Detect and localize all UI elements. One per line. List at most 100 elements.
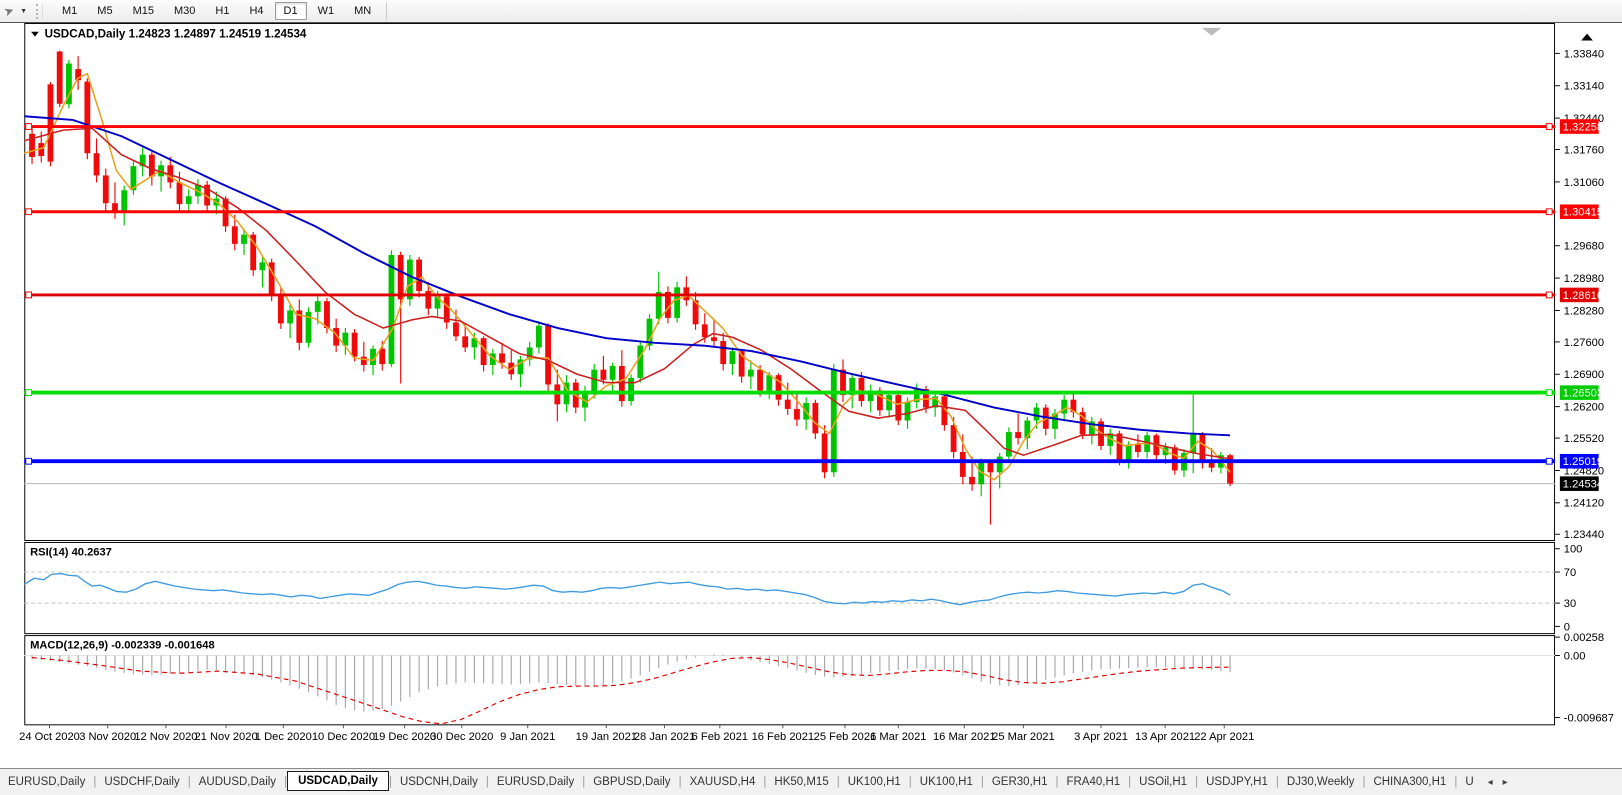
candle-body xyxy=(149,155,155,177)
tab-u[interactable]: U xyxy=(1457,773,1481,791)
tab-audusd-daily[interactable]: AUDUSD,Daily xyxy=(191,773,284,791)
chart-title: USDCAD,Daily 1.24823 1.24897 1.24519 1.2… xyxy=(45,28,307,41)
candle-body xyxy=(1200,434,1206,463)
price-tick-label: 1.24120 xyxy=(1564,498,1604,510)
tab-usdcad-daily[interactable]: USDCAD,Daily xyxy=(287,771,389,791)
tab-uk100-h1[interactable]: UK100,H1 xyxy=(912,773,981,791)
chart-canvas[interactable]: 1.338401.331401.324401.317601.310601.296… xyxy=(0,23,1622,768)
candle-body xyxy=(1172,447,1178,470)
scale-marker-icon[interactable] xyxy=(1581,34,1593,41)
candle-body xyxy=(324,301,330,328)
macd-tick-label: 0.00 xyxy=(1564,650,1586,662)
line-handle[interactable] xyxy=(1546,124,1552,130)
line-handle[interactable] xyxy=(26,458,32,464)
candle-body xyxy=(859,378,865,401)
candle-body xyxy=(361,357,367,365)
macd-tick-label: -0.009687 xyxy=(1564,712,1614,724)
tab-gbpusd-daily[interactable]: GBPUSD,Daily xyxy=(585,773,678,791)
rsi-panel[interactable] xyxy=(25,542,1555,633)
candle-body xyxy=(260,262,266,270)
toolbar-separator xyxy=(386,3,387,20)
date-label: 22 Apr 2021 xyxy=(1194,731,1254,743)
date-label: 3 Apr 2021 xyxy=(1074,731,1128,743)
candle-body xyxy=(315,301,321,312)
timeframe-button-H4[interactable]: H4 xyxy=(240,2,272,20)
candle-body xyxy=(895,395,901,420)
tab-eurusd-daily[interactable]: EURUSD,Daily xyxy=(489,773,582,791)
tab-fra40-h1[interactable]: FRA40,H1 xyxy=(1058,773,1128,791)
tab-hk50-m15[interactable]: HK50,M15 xyxy=(766,773,836,791)
candle-body xyxy=(730,351,736,364)
candle-body xyxy=(232,226,238,244)
price-tick-label: 1.28280 xyxy=(1564,305,1604,317)
price-badge-label: 1.25019 xyxy=(1563,456,1603,468)
timeframe-button-M30[interactable]: M30 xyxy=(165,2,204,20)
candle-body xyxy=(905,402,911,420)
candle-body xyxy=(720,341,726,364)
candle-body xyxy=(186,196,192,204)
line-handle[interactable] xyxy=(26,124,32,130)
candle-body xyxy=(352,333,358,357)
price-tick-label: 1.26900 xyxy=(1564,369,1604,381)
candle-body xyxy=(637,346,643,378)
line-handle[interactable] xyxy=(1546,209,1552,215)
candle-body xyxy=(969,477,975,484)
date-label: 13 Apr 2021 xyxy=(1135,731,1195,743)
tab-usdcnh-daily[interactable]: USDCNH,Daily xyxy=(392,773,486,791)
timeframe-button-MN[interactable]: MN xyxy=(345,2,380,20)
candle-body xyxy=(389,255,395,364)
candle-body xyxy=(674,287,680,318)
candle-body xyxy=(177,182,183,204)
line-handle[interactable] xyxy=(26,209,32,215)
line-handle[interactable] xyxy=(26,292,32,298)
candle-body xyxy=(591,370,597,393)
timeframe-button-M1[interactable]: M1 xyxy=(53,2,86,20)
line-handle[interactable] xyxy=(1546,292,1552,298)
candle-body xyxy=(287,310,293,323)
tab-usdchf-daily[interactable]: USDCHF,Daily xyxy=(96,773,187,791)
price-tick-label: 1.26200 xyxy=(1564,402,1604,414)
tab-eurusd-daily[interactable]: EURUSD,Daily xyxy=(0,773,93,791)
tab-scroll-right-button[interactable]: ▸ xyxy=(1499,777,1512,788)
date-label: 19 Jan 2021 xyxy=(576,731,637,743)
timeframe-button-W1[interactable]: W1 xyxy=(309,2,344,20)
candle-body xyxy=(1034,408,1040,421)
timeframe-button-D1[interactable]: D1 xyxy=(275,2,307,20)
macd-panel[interactable] xyxy=(25,636,1555,725)
timeframe-button-H1[interactable]: H1 xyxy=(206,2,238,20)
candle-body xyxy=(711,337,717,341)
timeframe-button-M15[interactable]: M15 xyxy=(124,2,163,20)
toolbar-grip[interactable] xyxy=(36,4,43,19)
candle-body xyxy=(748,370,754,377)
candle-body xyxy=(812,403,818,434)
chevron-down-icon[interactable]: ▼ xyxy=(20,8,27,15)
candle-body xyxy=(499,353,505,362)
tab-ger30-h1[interactable]: GER30,H1 xyxy=(984,773,1056,791)
tab-dj30-weekly[interactable]: DJ30,Weekly xyxy=(1279,773,1363,791)
line-handle[interactable] xyxy=(1546,458,1552,464)
tab-china300-h1[interactable]: CHINA300,H1 xyxy=(1365,773,1454,791)
tab-scroll-left-button[interactable]: ◂ xyxy=(1484,777,1497,788)
tab-uk100-h1[interactable]: UK100,H1 xyxy=(840,773,909,791)
candle-body xyxy=(407,260,413,300)
tab-xauusd-h4[interactable]: XAUUSD,H4 xyxy=(682,773,764,791)
rsi-tick-label: 30 xyxy=(1564,598,1576,610)
date-label: 28 Jan 2021 xyxy=(634,731,695,743)
tab-usdjpy-h1[interactable]: USDJPY,H1 xyxy=(1198,773,1276,791)
rsi-tick-label: 70 xyxy=(1564,567,1576,579)
candle-body xyxy=(886,395,892,410)
cursor-tool-icon[interactable]: ➤ xyxy=(2,3,16,20)
line-handle[interactable] xyxy=(1546,390,1552,396)
price-tick-label: 1.25520 xyxy=(1564,433,1604,445)
date-label: 21 Nov 2020 xyxy=(194,731,257,743)
date-label: 16 Feb 2021 xyxy=(752,731,815,743)
line-handle[interactable] xyxy=(26,390,32,396)
date-label: 19 Dec 2020 xyxy=(373,731,436,743)
candle-body xyxy=(48,84,54,161)
timeframe-button-M5[interactable]: M5 xyxy=(88,2,121,20)
price-badge-label: 1.32258 xyxy=(1563,121,1603,133)
tab-usoil-h1[interactable]: USOil,H1 xyxy=(1131,773,1195,791)
candle-body xyxy=(610,366,616,380)
candle-body xyxy=(379,349,385,364)
price-badge-label: 1.26503 xyxy=(1563,387,1603,399)
